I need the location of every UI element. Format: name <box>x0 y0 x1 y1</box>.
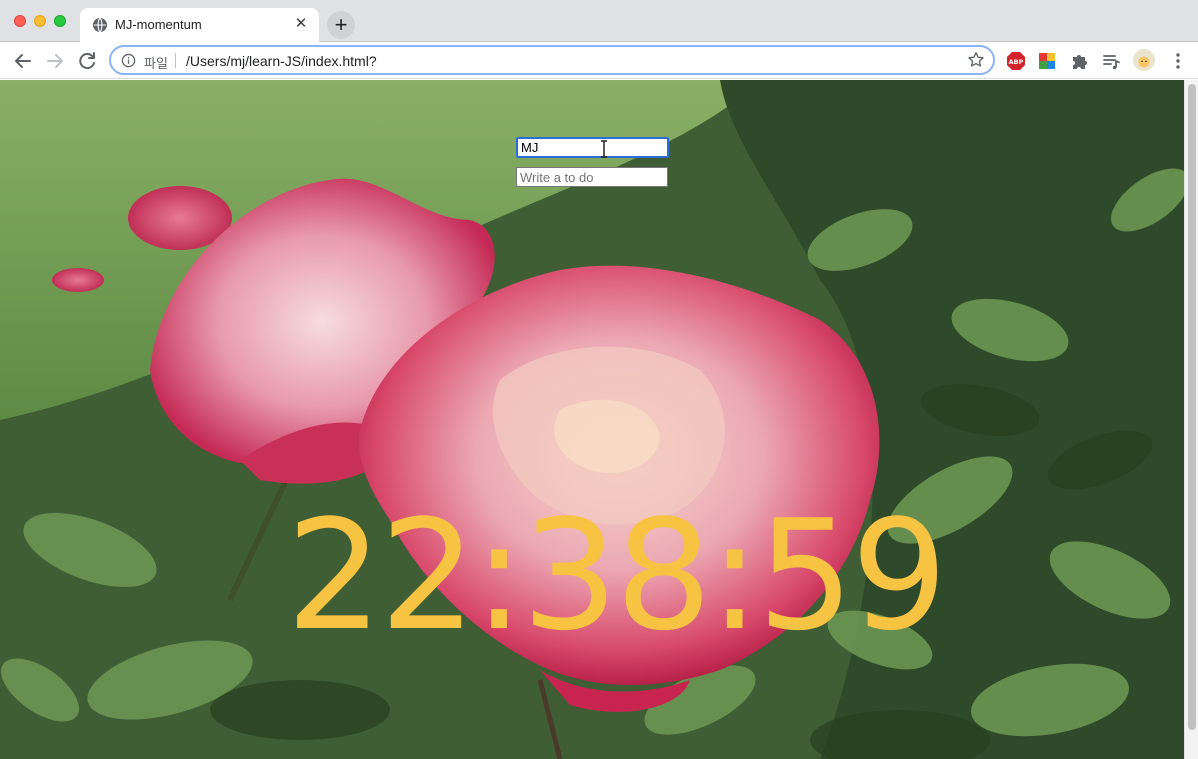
scrollbar-thumb[interactable] <box>1188 84 1196 730</box>
forward-arrow-icon[interactable] <box>44 50 66 72</box>
window-minimize-button[interactable] <box>34 15 46 27</box>
reload-icon[interactable] <box>76 50 98 72</box>
profile-avatar-icon[interactable] <box>1133 49 1155 71</box>
tab-strip: MJ-momentum ✕ + <box>0 0 1198 42</box>
address-divider <box>175 53 176 68</box>
browser-tab[interactable]: MJ-momentum ✕ <box>80 8 319 42</box>
media-controls-icon[interactable] <box>1101 51 1121 71</box>
address-bar[interactable]: 파일 /Users/mj/learn-JS/index.html? <box>109 45 995 75</box>
name-input[interactable] <box>516 137 669 158</box>
tab-close-icon[interactable]: ✕ <box>292 15 310 33</box>
browser-toolbar: 파일 /Users/mj/learn-JS/index.html? ABP <box>0 42 1198 79</box>
extensions-puzzle-icon[interactable] <box>1069 51 1089 71</box>
bookmark-star-icon[interactable] <box>967 51 985 69</box>
kebab-menu-icon[interactable] <box>1168 51 1188 71</box>
new-tab-button[interactable]: + <box>327 11 355 39</box>
clock-display: 22:38:59 <box>286 487 948 664</box>
tab-title: MJ-momentum <box>115 17 202 32</box>
adblock-plus-icon[interactable]: ABP <box>1006 51 1026 71</box>
window-maximize-button[interactable] <box>54 15 66 27</box>
vertical-scrollbar[interactable] <box>1184 80 1198 759</box>
info-icon[interactable] <box>121 53 136 68</box>
todo-input[interactable] <box>516 167 668 187</box>
scheme-label: 파일 <box>144 56 168 71</box>
window-close-button[interactable] <box>14 15 26 27</box>
page-viewport: 22:38:59 <box>0 80 1198 759</box>
back-arrow-icon[interactable] <box>12 50 34 72</box>
url-text[interactable]: /Users/mj/learn-JS/index.html? <box>186 53 377 69</box>
color-picker-extension-icon[interactable] <box>1037 51 1057 71</box>
adblock-plus-label: ABP <box>1009 58 1024 66</box>
globe-icon <box>93 17 107 33</box>
text-cursor-icon <box>601 140 607 158</box>
